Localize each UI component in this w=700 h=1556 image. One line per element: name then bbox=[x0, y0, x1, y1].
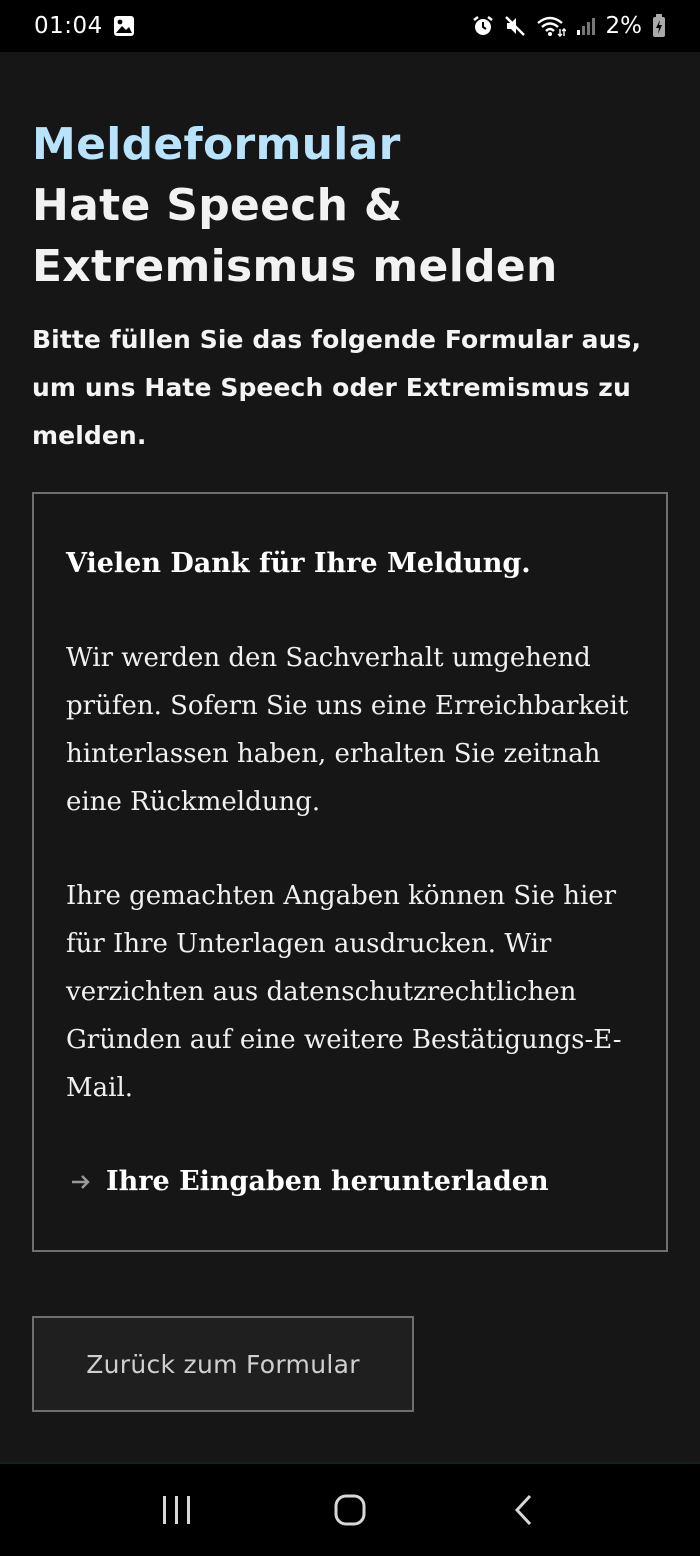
status-time: 01:04 bbox=[34, 13, 103, 39]
wifi-icon bbox=[536, 15, 566, 37]
intro-text: Bitte füllen Sie das folgende Formular a… bbox=[32, 325, 642, 450]
download-entries-link[interactable]: Ihre Eingaben herunterladen bbox=[66, 1158, 636, 1206]
arrow-right-icon bbox=[70, 1171, 92, 1193]
page-title-line-1: Hate Speech & bbox=[32, 180, 403, 231]
signal-icon bbox=[576, 15, 596, 37]
back-icon[interactable] bbox=[483, 1480, 563, 1540]
page-title: Meldeformular Hate Speech & Extremismus … bbox=[32, 114, 672, 297]
confirmation-text-1: Wir werden den Sachverhalt umgehend prüf… bbox=[66, 643, 629, 817]
battery-percent: 2% bbox=[605, 13, 643, 39]
home-icon[interactable] bbox=[310, 1480, 390, 1540]
status-left: 01:04 bbox=[34, 13, 135, 39]
recent-apps-icon[interactable] bbox=[137, 1480, 217, 1540]
page-content: Meldeformular Hate Speech & Extremismus … bbox=[0, 52, 700, 1462]
mute-icon bbox=[504, 15, 526, 37]
battery-charging-icon bbox=[652, 14, 666, 38]
system-nav-bar bbox=[0, 1462, 700, 1556]
alarm-icon bbox=[472, 15, 494, 37]
image-icon bbox=[113, 15, 135, 37]
status-bar: 01:04 2% bbox=[0, 0, 700, 52]
confirmation-heading: Vielen Dank für Ihre Meldung. bbox=[66, 548, 531, 579]
page-kicker: Meldeformular bbox=[32, 119, 401, 170]
confirmation-text-2: Ihre gemachten Angaben können Sie hier f… bbox=[66, 881, 622, 1103]
download-entries-label: Ihre Eingaben herunterladen bbox=[106, 1166, 549, 1197]
page-title-line-2: Extremismus melden bbox=[32, 241, 558, 292]
back-to-form-button[interactable]: Zurück zum Formular bbox=[32, 1316, 414, 1412]
status-right: 2% bbox=[472, 13, 667, 39]
confirmation-box: Vielen Dank für Ihre Meldung. Wir werden… bbox=[32, 492, 668, 1252]
